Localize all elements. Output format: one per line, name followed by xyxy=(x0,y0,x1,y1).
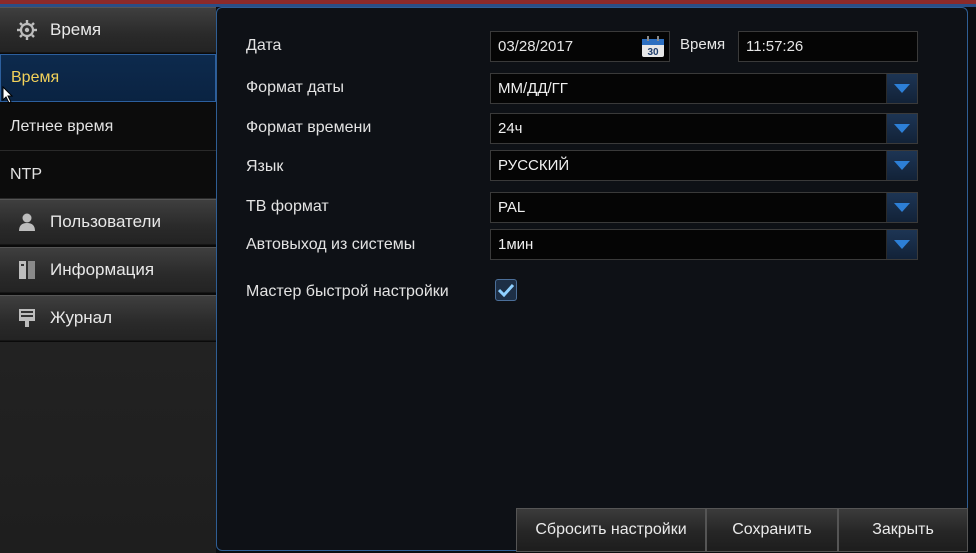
save-button[interactable]: Сохранить xyxy=(706,508,838,552)
time-format-select[interactable]: 24ч xyxy=(490,113,918,144)
calendar-day: 30 xyxy=(647,47,659,58)
info-icon xyxy=(14,257,40,283)
log-icon xyxy=(14,305,40,331)
auto-logout-label: Автовыход из системы xyxy=(246,236,416,253)
date-value: 03/28/2017 xyxy=(498,38,574,55)
gear-icon xyxy=(14,17,40,43)
chevron-down-icon[interactable] xyxy=(886,230,917,259)
user-icon xyxy=(14,209,40,235)
checkmark-icon xyxy=(498,283,514,297)
date-format-value: ММ/ДД/ГГ xyxy=(498,80,568,97)
reset-settings-button[interactable]: Сбросить настройки xyxy=(516,508,706,552)
time-label: Время xyxy=(680,36,726,53)
sidebar-item-label: Летнее время xyxy=(10,117,114,135)
time-format-value: 24ч xyxy=(498,120,523,137)
sidebar-category-label: Журнал xyxy=(50,308,113,327)
date-format-label: Формат даты xyxy=(246,79,344,96)
chevron-down-icon[interactable] xyxy=(886,74,917,103)
sidebar-empty-area xyxy=(0,342,216,553)
language-label: Язык xyxy=(246,158,284,175)
mouse-cursor-icon xyxy=(2,86,14,104)
sidebar-category-label: Информация xyxy=(50,260,155,279)
sidebar-category-users[interactable]: Пользователи xyxy=(0,199,216,245)
calendar-icon[interactable]: 30 xyxy=(641,36,665,58)
date-field[interactable]: 03/28/2017 30 xyxy=(490,31,670,62)
sidebar-item-label: NTP xyxy=(10,165,42,183)
sidebar-item-daylight-saving[interactable]: Летнее время xyxy=(0,103,216,151)
tv-format-select[interactable]: PAL xyxy=(490,192,918,223)
sidebar-category-label: Время xyxy=(50,20,102,39)
sidebar-category-label: Пользователи xyxy=(50,212,161,231)
date-format-select[interactable]: ММ/ДД/ГГ xyxy=(490,73,918,104)
chevron-down-icon[interactable] xyxy=(886,193,917,222)
language-select[interactable]: РУССКИЙ xyxy=(490,150,918,181)
sidebar-category-log[interactable]: Журнал xyxy=(0,295,216,341)
quick-setup-checkbox[interactable] xyxy=(495,279,517,301)
chevron-down-icon[interactable] xyxy=(886,114,917,143)
sidebar-item-label: Время xyxy=(11,69,60,86)
quick-setup-label: Мастер быстрой настройки xyxy=(246,283,449,300)
tv-format-label: ТВ формат xyxy=(246,198,329,215)
close-button[interactable]: Закрыть xyxy=(838,508,968,552)
chevron-down-icon[interactable] xyxy=(886,151,917,180)
tv-format-value: PAL xyxy=(498,199,526,216)
sidebar-item-ntp[interactable]: NTP xyxy=(0,151,216,199)
date-label: Дата xyxy=(246,37,282,54)
auto-logout-select[interactable]: 1мин xyxy=(490,229,918,260)
time-value: 11:57:26 xyxy=(746,38,804,55)
sidebar-item-time[interactable]: Время xyxy=(0,54,216,102)
auto-logout-value: 1мин xyxy=(498,236,534,253)
sidebar-category-info[interactable]: Информация xyxy=(0,247,216,293)
time-field[interactable]: 11:57:26 xyxy=(738,31,918,62)
sidebar: Время Время Летнее время NTP Пользовател… xyxy=(0,7,216,553)
language-value: РУССКИЙ xyxy=(498,157,570,174)
sidebar-category-time[interactable]: Время xyxy=(0,7,216,53)
time-format-label: Формат времени xyxy=(246,119,372,136)
